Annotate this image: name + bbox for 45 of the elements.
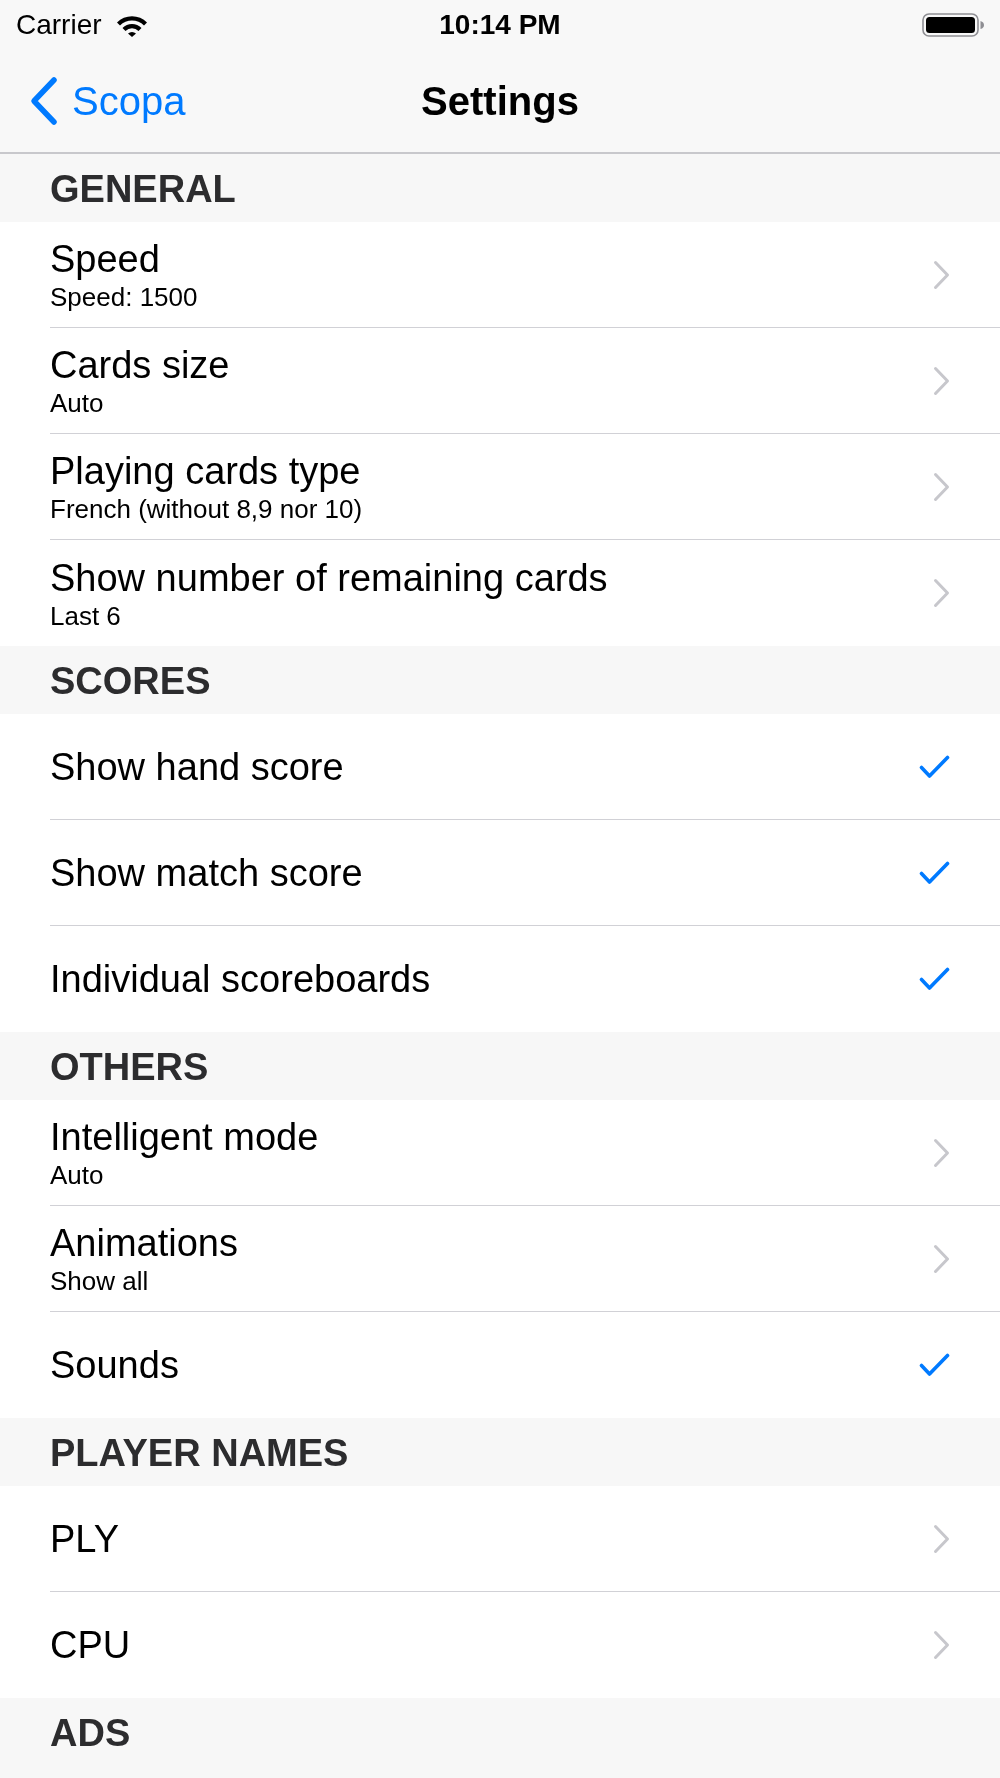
status-time: 10:14 PM: [439, 8, 561, 42]
chevron-right-icon: [933, 1630, 950, 1660]
settings-row[interactable]: Playing cards type French (without 8,9 nor 10): [0, 434, 1000, 540]
back-button[interactable]: Scopa: [30, 71, 186, 131]
settings-row[interactable]: Intelligent mode Auto: [0, 1100, 1000, 1206]
row-value: Auto: [50, 1160, 104, 1190]
row-title: CPU: [50, 1623, 131, 1667]
chevron-right-icon: [933, 1523, 950, 1554]
chevron-right-icon: [933, 578, 950, 608]
row-title: Show number of remaining cards: [50, 555, 608, 600]
chevron-right-icon: [933, 1243, 950, 1274]
row-title: Animations: [50, 1221, 238, 1265]
chevron-right-icon: [933, 1137, 950, 1168]
back-chevron-icon: [30, 76, 58, 126]
settings-row[interactable]: Show hand score: [0, 714, 1000, 820]
row-title: Show match score: [50, 850, 363, 895]
row-title: Playing cards type: [50, 449, 361, 493]
row-title: Individual scoreboards: [50, 957, 431, 1001]
settings-row[interactable]: PLY: [0, 1486, 1000, 1592]
settings-row[interactable]: Cards size Auto: [0, 328, 1000, 434]
row-title: Intelligent mode: [50, 1115, 319, 1159]
row-title: Sounds: [50, 1343, 179, 1387]
chevron-right-icon: [933, 471, 950, 502]
row-title: Speed: [50, 237, 160, 281]
row-value: Show all: [50, 1266, 149, 1296]
settings-row[interactable]: Animations Show all: [0, 1206, 1000, 1312]
battery-icon: [922, 13, 984, 37]
screen-title: Settings: [421, 78, 579, 125]
settings-row[interactable]: Individual scoreboards: [0, 926, 1000, 1032]
settings-row[interactable]: Speed Speed: 1500: [0, 222, 1000, 328]
row-value: Speed: 1500: [50, 282, 198, 312]
chevron-right-icon: [933, 259, 950, 290]
wifi-icon: [115, 13, 148, 37]
settings-row[interactable]: Show match score: [0, 820, 1000, 926]
carrier-label: Carrier: [16, 8, 102, 42]
row-title: PLY: [50, 1516, 119, 1561]
settings-row[interactable]: Show number of remaining cards Last 6: [0, 540, 1000, 646]
row-title: Show hand score: [50, 744, 344, 789]
chevron-right-icon: [933, 365, 950, 396]
row-value: Last 6: [50, 600, 121, 631]
row-value: French (without 8,9 nor 10): [50, 494, 363, 524]
row-title: Cards size: [50, 343, 230, 387]
settings-row[interactable]: CPU: [0, 1592, 1000, 1698]
row-value: Auto: [50, 388, 104, 418]
settings-row[interactable]: Sounds: [0, 1312, 1000, 1418]
